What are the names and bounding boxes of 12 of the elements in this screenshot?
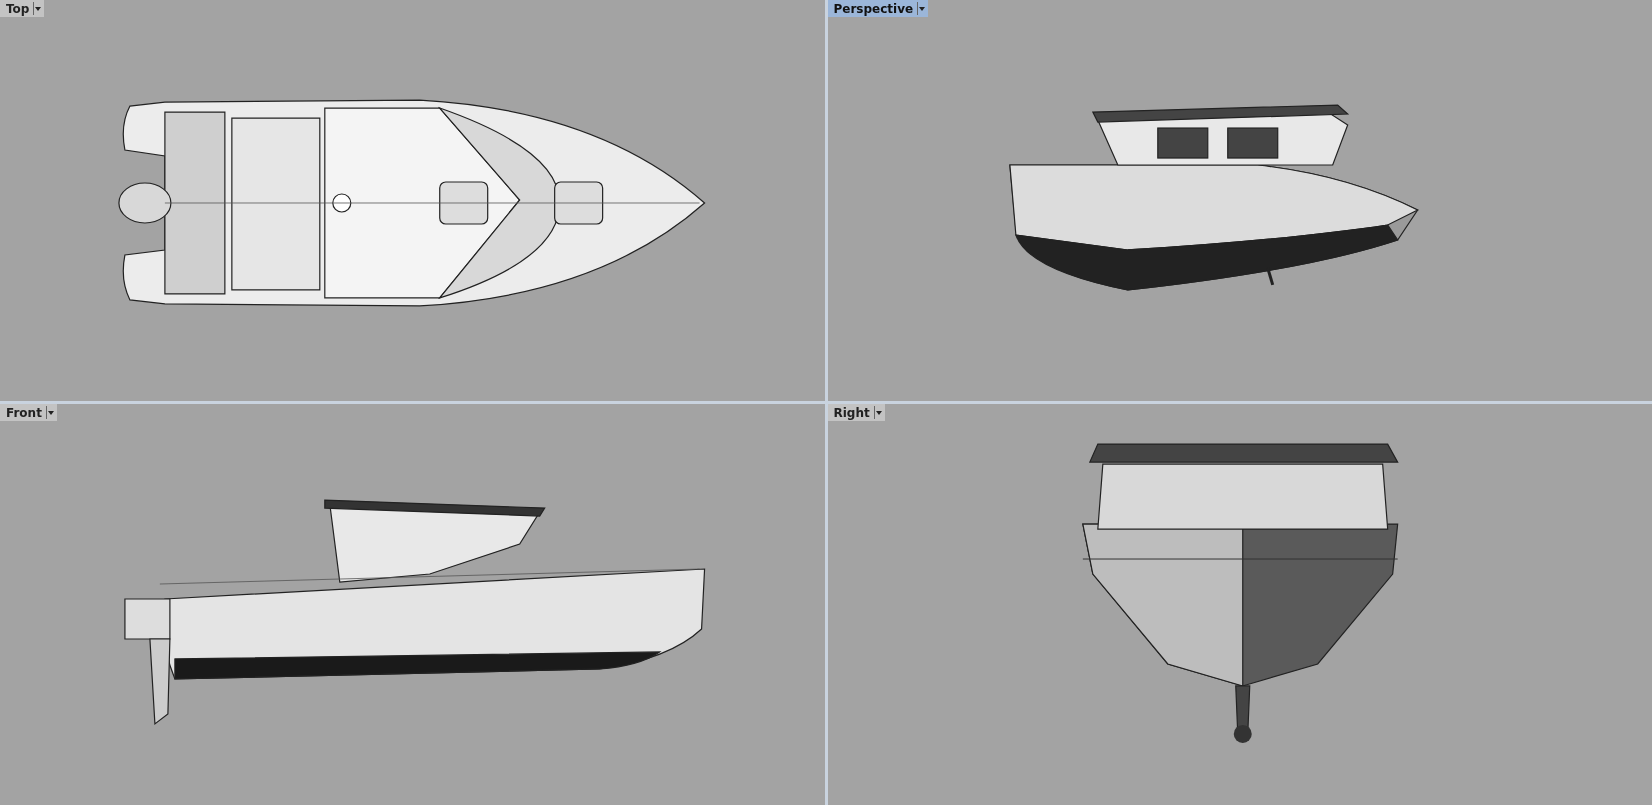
viewport-title-tab[interactable]: Perspective (827, 0, 929, 17)
viewport-title-tab[interactable]: Right (827, 404, 885, 421)
viewport[interactable]: Right (827, 404, 1652, 805)
caret-icon (33, 2, 43, 15)
caret-icon (873, 406, 883, 419)
caret-icon (917, 2, 927, 15)
viewport[interactable]: Perspective (827, 0, 1652, 401)
viewport[interactable]: Top (0, 0, 825, 401)
viewport-title-tab[interactable]: Front (0, 404, 57, 421)
viewport-title-tab[interactable]: Top (0, 0, 45, 17)
caret-icon (45, 406, 55, 419)
viewport[interactable]: Front (0, 404, 825, 805)
